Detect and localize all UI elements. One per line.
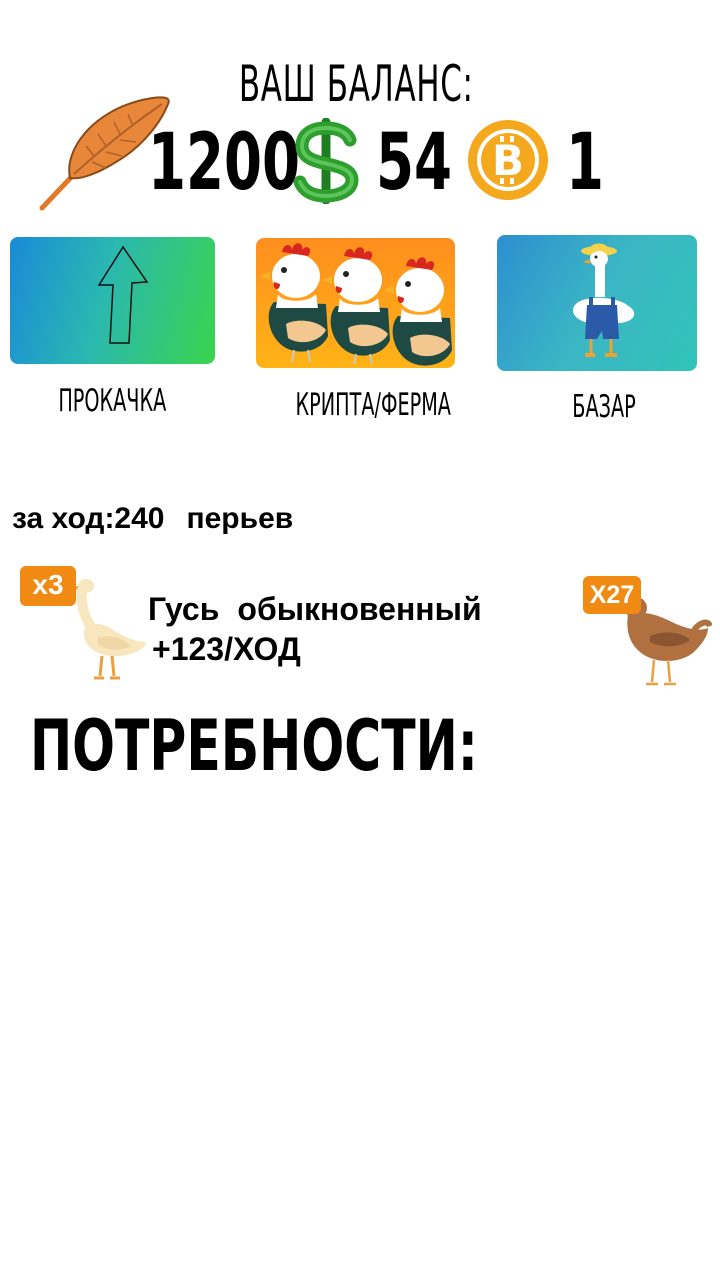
bird-name: Гусь обыкновенный bbox=[148, 590, 482, 628]
crypto-farm-label: КРИПТА/ФЕРМА bbox=[295, 387, 451, 423]
per-turn-amount: за ход:240 bbox=[12, 502, 165, 535]
goose-count-badge: x3 bbox=[20, 566, 76, 606]
per-turn-unit: перьев bbox=[186, 502, 294, 535]
dollar-balance: 54 bbox=[376, 118, 452, 208]
roosters-icon bbox=[260, 243, 452, 366]
farmer-goose-icon bbox=[572, 243, 635, 357]
bazaar-label: БАЗАР bbox=[572, 389, 636, 425]
needs-title: ПОТРЕБНОСТИ: bbox=[30, 705, 478, 787]
dollar-icon bbox=[293, 118, 359, 204]
upgrade-button[interactable] bbox=[10, 237, 215, 364]
bazaar-button[interactable] bbox=[497, 235, 697, 371]
hen-count-badge: X27 bbox=[583, 576, 641, 614]
bitcoin-icon: B bbox=[468, 120, 548, 200]
bird-name-first: Гусь bbox=[148, 591, 220, 627]
feather-balance: 1200 bbox=[148, 118, 300, 208]
coin-balance: 1 bbox=[566, 118, 604, 208]
bird-income: +123/ХОД bbox=[152, 631, 301, 667]
upgrade-label: ПРОКАЧКА bbox=[58, 383, 167, 419]
crypto-farm-button[interactable] bbox=[256, 238, 455, 368]
svg-text:B: B bbox=[492, 136, 524, 185]
balance-title: ВАШ БАЛАНС: bbox=[238, 55, 474, 113]
per-turn-income: за ход:240 перьев bbox=[12, 502, 293, 536]
arrow-up-icon bbox=[97, 245, 149, 344]
goose-icon[interactable] bbox=[66, 572, 150, 684]
bird-name-second: обыкновенный bbox=[237, 591, 482, 627]
